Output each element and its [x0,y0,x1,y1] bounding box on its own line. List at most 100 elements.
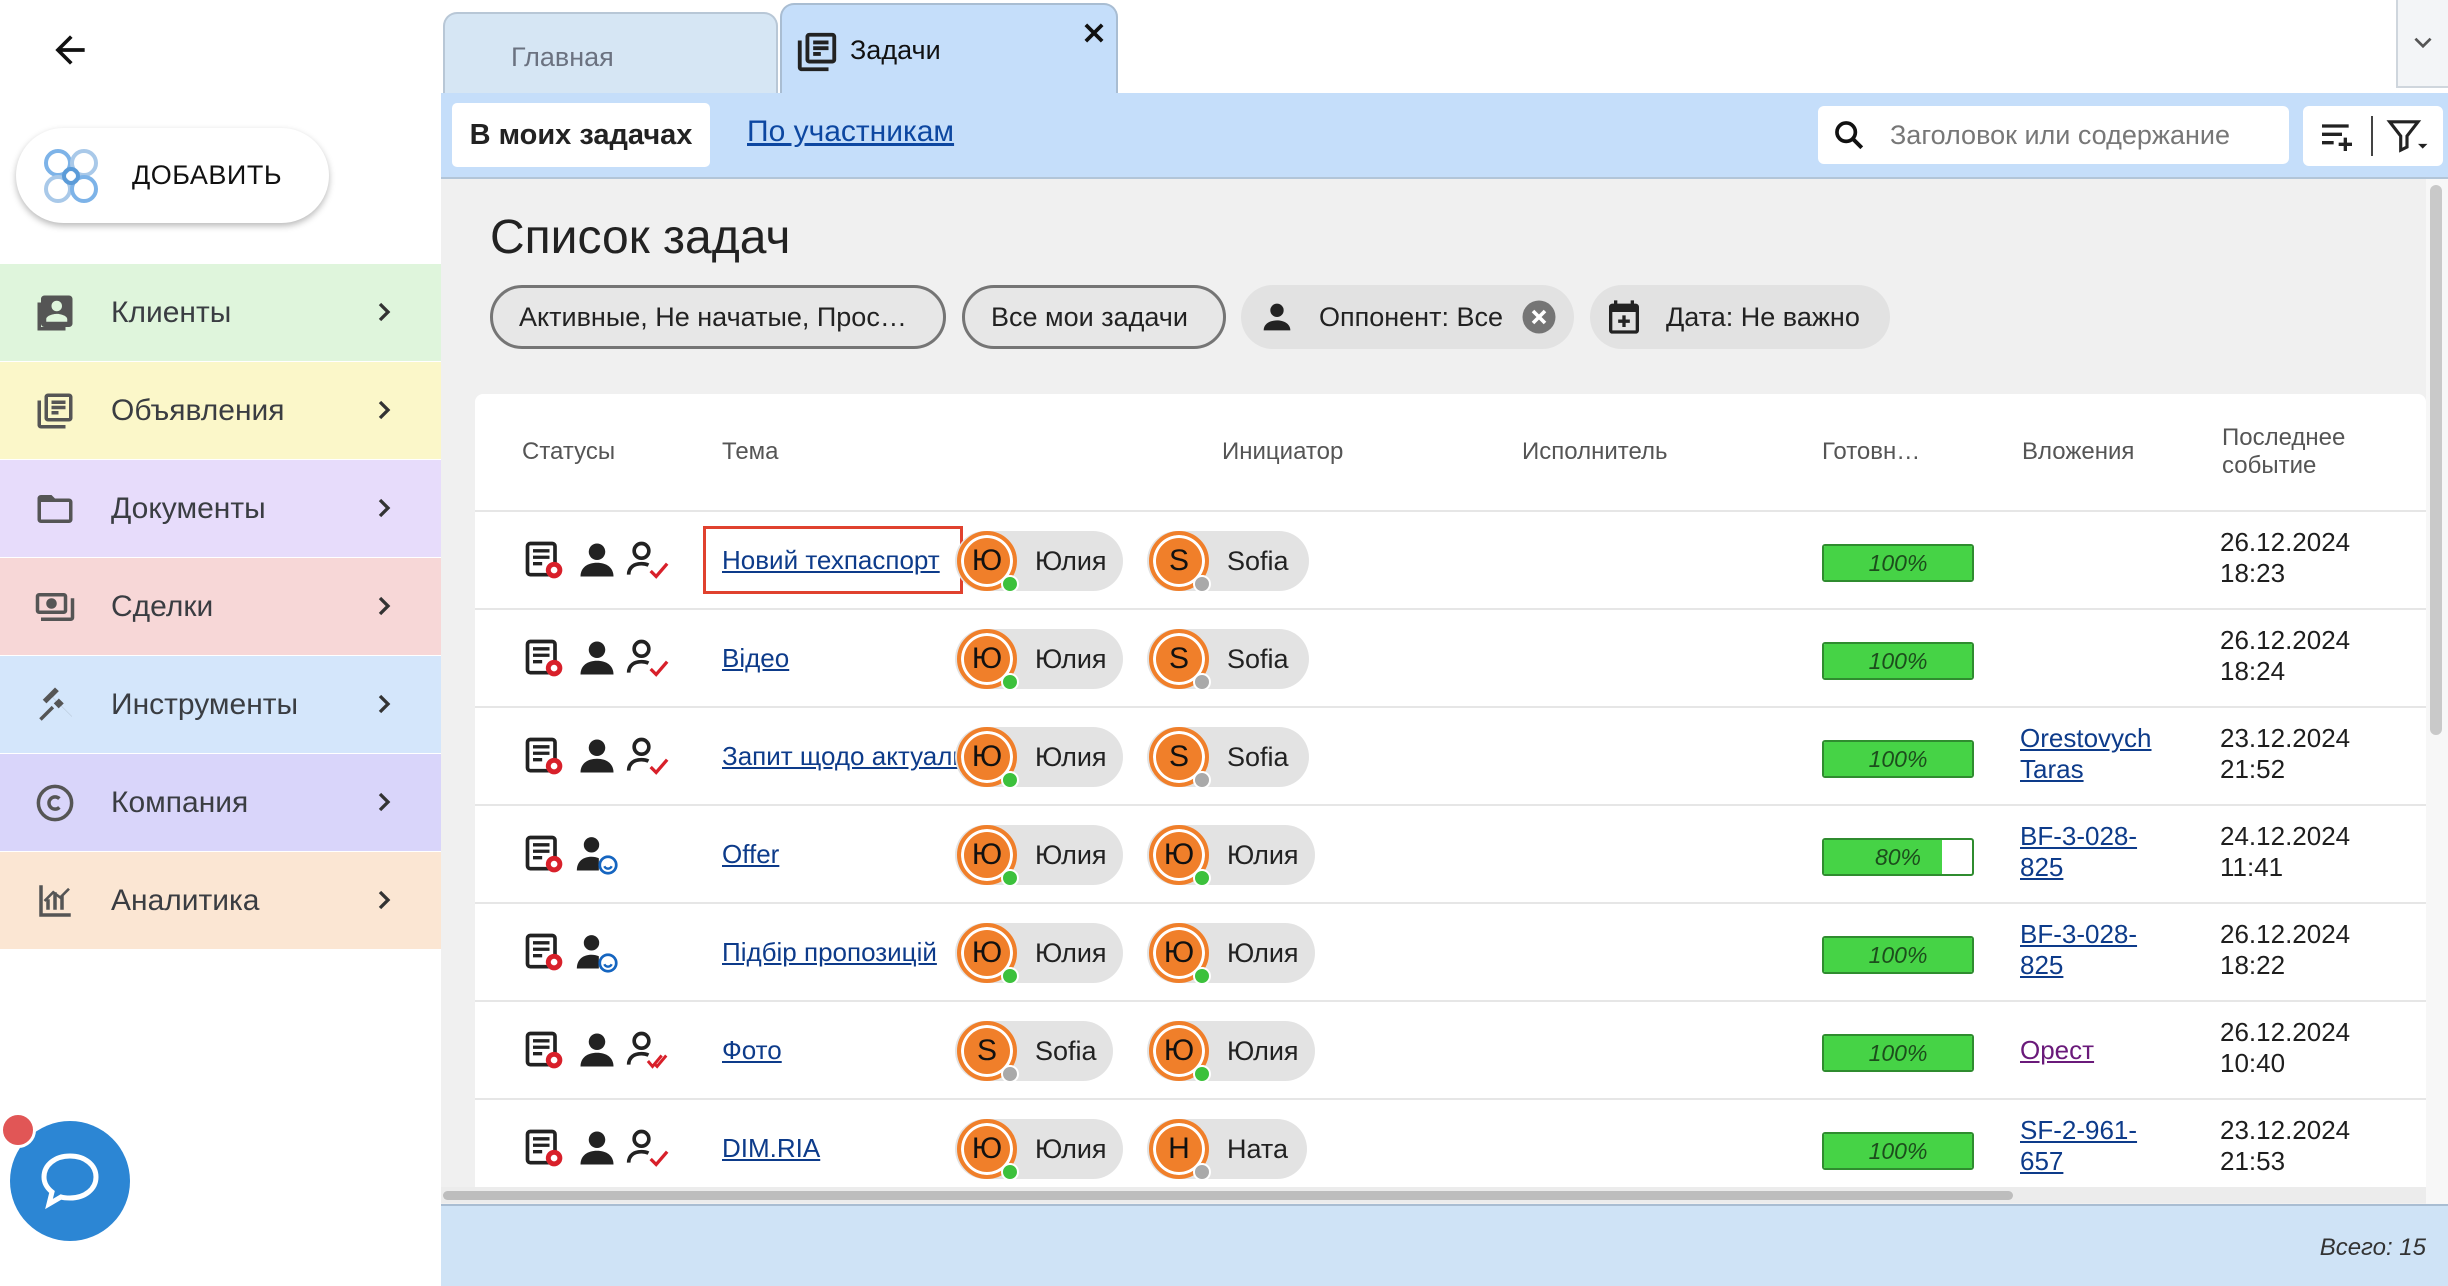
tab-tasks[interactable]: Задачи [780,3,1118,95]
add-filter-button[interactable] [2303,106,2371,166]
vertical-scrollbar[interactable] [2426,179,2448,1204]
initiator-chip[interactable]: Ю Юлия [955,629,1123,691]
executor-chip[interactable]: S Sofia [1147,531,1309,593]
avatar: Ю [957,629,1019,691]
table-row[interactable]: Фото S Sofia Ю Юлия 100% Орест 26.12.2024 10:40 [475,1000,2426,1098]
executor-chip[interactable]: Н Ната [1147,1119,1307,1181]
attachment-link[interactable]: Orestovych Taras [2020,723,2152,785]
presence-dot [1001,967,1019,985]
task-topic-link[interactable]: Фото [722,1035,782,1066]
avatar: Ю [957,531,1019,593]
filter-button[interactable] [2373,106,2441,166]
sidebar-item-label: Клиенты [111,296,232,329]
person-check-icon [625,734,669,778]
initiator-chip[interactable]: Ю Юлия [955,727,1123,789]
tabs-dropdown[interactable] [2396,0,2448,88]
executor-chip[interactable]: Ю Юлия [1147,825,1315,887]
column-header-last-event[interactable]: Последнее событие [2222,394,2345,510]
task-topic-link[interactable]: Відео [722,643,789,674]
presence-dot [1001,771,1019,789]
sidebar-item-label: Объявления [111,394,285,427]
opponent-filter-chip[interactable]: Оппонент: Все [1241,285,1574,349]
search-input[interactable] [1888,118,2278,152]
progress-label: 100% [1868,746,1928,772]
column-header-readiness[interactable]: Готовн… [1822,394,1920,510]
person-name: Юлия [1035,1134,1107,1164]
person-icon [575,538,619,582]
by-participants-link[interactable]: По участникам [747,115,954,149]
attachment-line1: BF-3-028- [2020,821,2138,851]
person-name: Юлия [1227,938,1299,968]
task-list-icon [797,32,837,72]
horizontal-scrollbar[interactable] [441,1187,2426,1203]
initiator-chip[interactable]: Ю Юлия [955,531,1123,593]
presence-dot [1193,575,1211,593]
search-icon [1835,121,1864,150]
add-button[interactable]: ДОБАВИТЬ [16,128,329,223]
back-arrow-icon[interactable] [40,20,100,80]
table-row[interactable]: DIM.RIA Ю Юлия Н Ната 100% SF-2-961- 657 23.12.2… [475,1098,2426,1194]
last-event: 26.12.2024 18:23 [2220,527,2350,589]
attachment-link[interactable]: BF-3-028- 825 [2020,821,2137,883]
executor-chip[interactable]: Ю Юлия [1147,1021,1315,1083]
table-row[interactable]: Відео Ю Юлия S Sofia 100% 26.12.2024 18:24 [475,608,2426,706]
date-filter-chip[interactable]: Дата: Не важно [1590,285,1890,349]
last-event: 23.12.2024 21:53 [2220,1115,2350,1177]
table-row[interactable]: Offer Ю Юлия Ю Юлия 80% BF-3-028- 825 24.12.2024… [475,804,2426,902]
close-icon[interactable] [1080,19,1108,47]
attachment-line1: BF-3-028- [2020,919,2138,949]
task-topic-link[interactable]: DIM.RIA [722,1133,820,1164]
person-check-icon [625,1126,669,1170]
my-tasks-toggle[interactable]: В моих задачах [452,103,710,167]
sidebar-item-clients[interactable]: Клиенты [0,264,441,361]
task-status-icon [522,734,566,778]
executor-chip[interactable]: S Sofia [1147,727,1309,789]
attachment-link[interactable]: Орест [2020,1035,2094,1066]
person-name: Юлия [1035,938,1107,968]
last-event: 26.12.2024 10:40 [2220,1017,2350,1079]
sidebar-item-documents[interactable]: Документы [0,460,441,557]
attachment-link[interactable]: SF-2-961- 657 [2020,1115,2137,1177]
task-topic-link[interactable]: Offer [722,839,779,870]
chevron-right-icon [378,596,391,616]
initiator-chip[interactable]: Ю Юлия [955,1119,1123,1181]
column-header-executor[interactable]: Исполнитель [1522,394,1668,510]
last-event: 26.12.2024 18:24 [2220,625,2350,687]
person-icon [575,636,619,680]
attachment-link[interactable]: BF-3-028- 825 [2020,919,2137,981]
sidebar-item-deals[interactable]: Сделки [0,558,441,655]
money-icon [35,593,75,621]
task-topic-link[interactable]: Підбір пропозицій [722,937,937,968]
last-event-date: 24.12.2024 [2220,821,2351,851]
table-row[interactable]: Новий техпаспорт Ю Юлия S Sofia 100% 26.12.202… [475,510,2426,608]
sidebar-item-tools[interactable]: Инструменты [0,656,441,753]
column-header-initiator[interactable]: Инициатор [1222,394,1343,510]
sidebar-item-company[interactable]: Компания [0,754,441,851]
last-event-time: 21:53 [2220,1146,2286,1176]
table-row[interactable]: Запит щодо актуальності Ю Юлия S Sofia 100% Or… [475,706,2426,804]
tab-home[interactable]: Главная [443,12,778,93]
initiator-chip[interactable]: S Sofia [955,1021,1113,1083]
column-header-attachments[interactable]: Вложения [2022,394,2134,510]
executor-chip[interactable]: S Sofia [1147,629,1309,691]
initiator-chip[interactable]: Ю Юлия [955,825,1123,887]
table-row[interactable]: Підбір пропозицій Ю Юлия Ю Юлия 100% BF-3-028-… [475,902,2426,1000]
executor-chip[interactable]: Ю Юлия [1147,923,1315,985]
presence-dot [1193,869,1211,887]
my-tasks-filter-chip[interactable]: Все мои задачи [962,285,1226,349]
sidebar-item-label: Компания [111,786,249,819]
sidebar-item-analytics[interactable]: Аналитика [0,852,441,949]
initiator-chip[interactable]: Ю Юлия [955,923,1123,985]
clear-filter-icon[interactable] [1521,299,1557,335]
column-header-topic[interactable]: Тема [722,394,779,510]
status-filter-chip[interactable]: Активные, Не начатые, Прос… [490,285,946,349]
presence-dot [1001,869,1019,887]
last-event-time: 10:40 [2220,1048,2286,1078]
person-check-icon [625,538,669,582]
avatar: Н [1149,1119,1211,1181]
column-header-statuses[interactable]: Статусы [522,394,615,510]
last-event-time: 21:52 [2220,754,2286,784]
attachment-line2: 825 [2020,852,2064,882]
presence-dot [1193,771,1211,789]
sidebar-item-listings[interactable]: Объявления [0,362,441,459]
